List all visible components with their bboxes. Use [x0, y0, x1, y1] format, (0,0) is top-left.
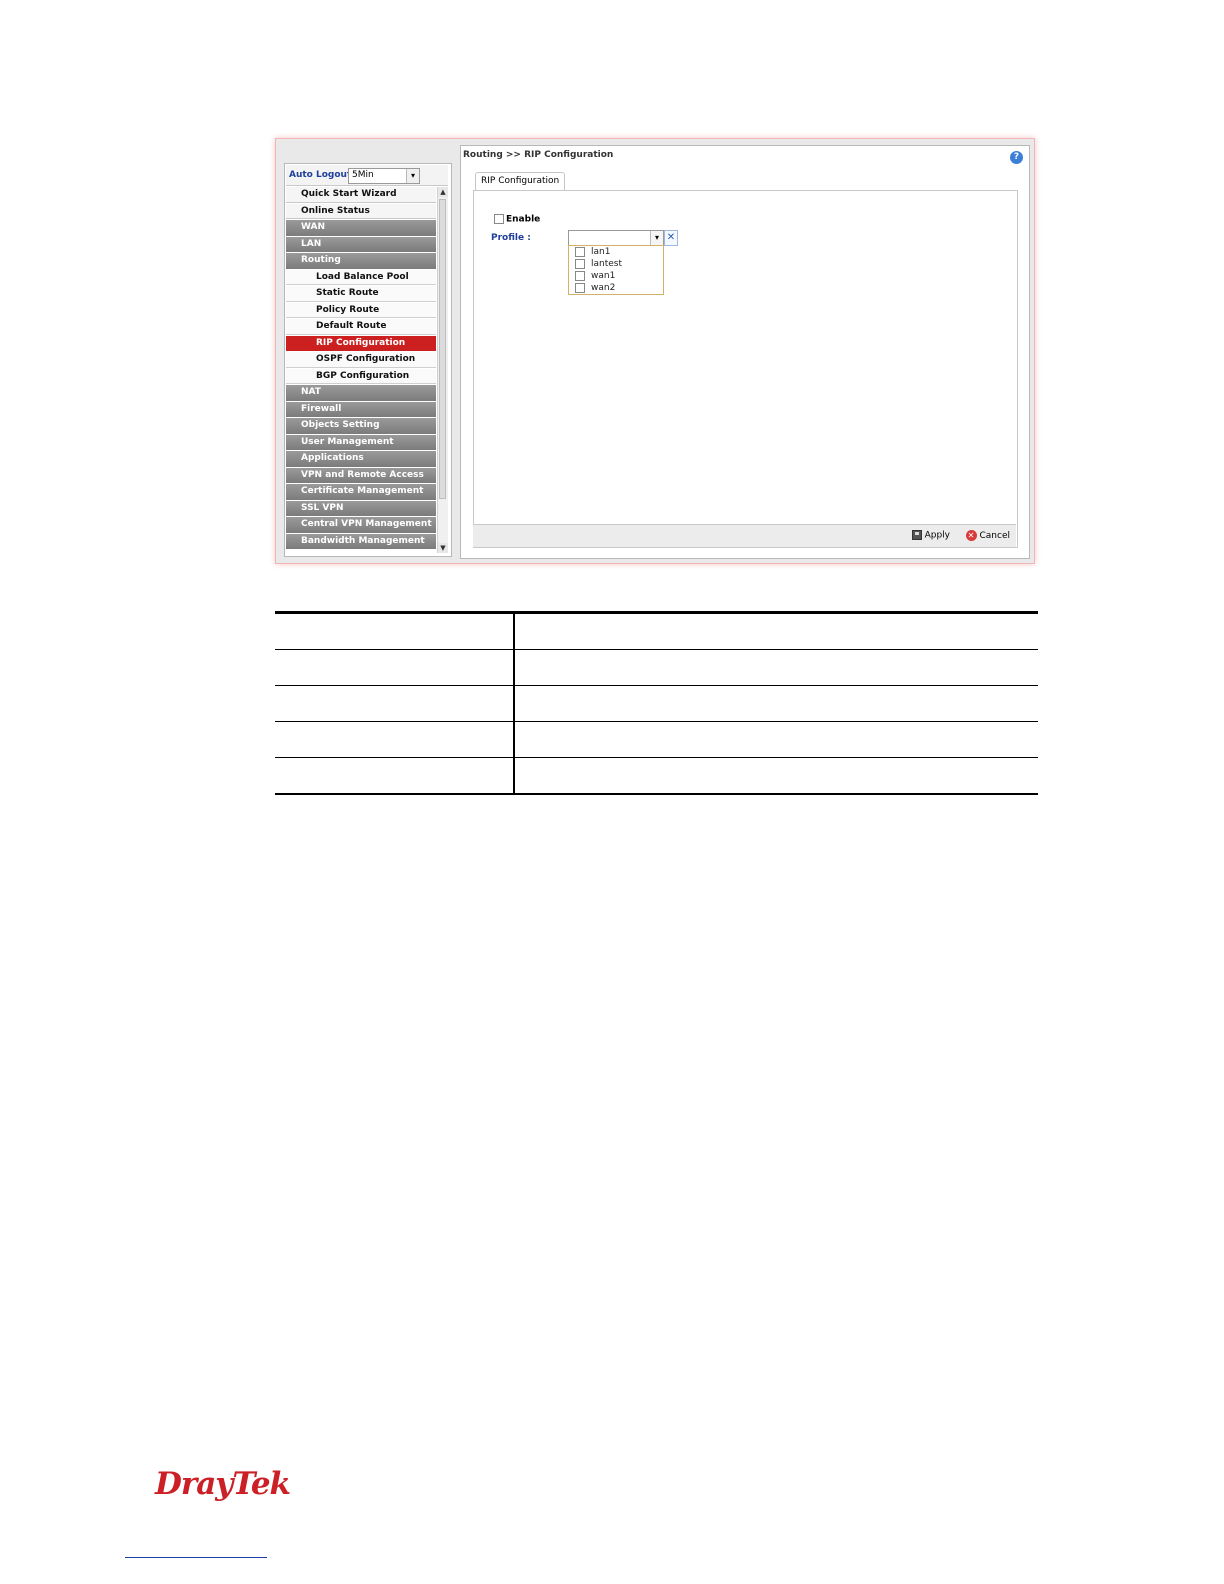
table-cell	[514, 721, 1038, 758]
table-cell	[275, 611, 515, 650]
left-navigation-panel: Auto Logout : 5Min ▾ Quick Start Wizard O…	[284, 163, 452, 557]
table-cell	[514, 649, 1038, 686]
sidebar-item-load-balance-pool[interactable]: Load Balance Pool	[286, 269, 436, 285]
sidebar-item-wan[interactable]: WAN	[286, 220, 436, 236]
profile-option[interactable]: wan1	[569, 270, 663, 282]
table-row	[275, 685, 1038, 722]
table-cell	[275, 649, 515, 686]
sidebar-item-policy-route[interactable]: Policy Route	[286, 302, 436, 318]
cancel-label: Cancel	[979, 531, 1011, 541]
enable-row: Enable	[494, 214, 540, 225]
chevron-down-icon: ▾	[406, 169, 419, 183]
router-admin-screenshot: Auto Logout : 5Min ▾ Quick Start Wizard O…	[275, 138, 1035, 564]
profile-dropdown-list: lan1 lantest wan1 wan2	[568, 245, 664, 295]
scroll-up-icon[interactable]: ▲	[438, 187, 448, 197]
profile-label: Profile :	[491, 233, 531, 243]
profile-option[interactable]: lantest	[569, 258, 663, 270]
profile-option[interactable]: wan2	[569, 282, 663, 294]
sidebar-item-certificate-management[interactable]: Certificate Management	[286, 484, 436, 500]
profile-option-checkbox[interactable]	[575, 282, 585, 293]
clear-icon[interactable]: ✕	[664, 230, 678, 246]
apply-label: Apply	[924, 530, 950, 541]
apply-button[interactable]: Apply	[911, 530, 950, 541]
scroll-thumb[interactable]	[439, 199, 446, 499]
tab-content: Enable Profile : ▾ ✕ lan1 lantest wan1 wan2	[473, 190, 1018, 548]
profile-option-checkbox[interactable]	[575, 270, 585, 281]
description-table	[275, 611, 1038, 795]
sidebar-item-ospf-configuration[interactable]: OSPF Configuration	[286, 352, 436, 368]
sidebar-item-nat[interactable]: NAT	[286, 385, 436, 401]
table-cell	[514, 685, 1038, 722]
save-icon	[911, 530, 922, 540]
sidebar-item-static-route[interactable]: Static Route	[286, 286, 436, 302]
action-bar: Apply ✕ Cancel	[473, 524, 1016, 547]
sidebar-item-quick-start-wizard[interactable]: Quick Start Wizard	[286, 187, 436, 203]
sidebar-item-ssl-vpn[interactable]: SSL VPN	[286, 500, 436, 516]
sidebar-item-objects-setting[interactable]: Objects Setting	[286, 418, 436, 434]
help-icon[interactable]: ?	[1010, 151, 1023, 164]
chevron-down-icon: ▾	[650, 231, 663, 245]
draytek-logo: DrayTek	[155, 1466, 291, 1502]
profile-select[interactable]: ▾	[568, 230, 664, 246]
sidebar-item-bandwidth-management[interactable]: Bandwidth Management	[286, 533, 436, 549]
sidebar-menu: Quick Start Wizard Online Status WAN LAN Rou…	[286, 187, 436, 550]
main-panel: Routing >> RIP Configuration ? RIP Confi…	[460, 145, 1030, 559]
profile-option-checkbox[interactable]	[575, 246, 585, 257]
profile-option[interactable]: lan1	[569, 246, 663, 258]
table-row	[275, 611, 1038, 650]
sidebar-item-firewall[interactable]: Firewall	[286, 401, 436, 417]
sidebar-item-routing[interactable]: Routing	[286, 253, 436, 269]
enable-checkbox[interactable]	[494, 214, 504, 224]
table-cell	[514, 611, 1038, 650]
auto-logout-select[interactable]: 5Min ▾	[348, 168, 420, 184]
auto-logout-value: 5Min	[352, 170, 374, 180]
profile-option-label: wan2	[591, 283, 616, 293]
tab-rip-configuration[interactable]: RIP Configuration	[475, 172, 566, 190]
profile-option-label: wan1	[591, 271, 616, 281]
table-row	[275, 721, 1038, 758]
breadcrumb: Routing >> RIP Configuration	[463, 150, 614, 160]
profile-option-label: lantest	[591, 259, 623, 269]
sidebar-item-vpn-and-remote-access[interactable]: VPN and Remote Access	[286, 467, 436, 483]
sidebar-item-online-status[interactable]: Online Status	[286, 203, 436, 219]
sidebar-item-user-management[interactable]: User Management	[286, 434, 436, 450]
sidebar-item-central-vpn-management[interactable]: Central VPN Management	[286, 517, 436, 533]
table-cell	[514, 757, 1038, 795]
table-row	[275, 757, 1038, 795]
table-cell	[275, 721, 515, 758]
sidebar-scrollbar[interactable]: ▲ ▼	[437, 187, 448, 553]
sidebar-item-lan[interactable]: LAN	[286, 236, 436, 252]
footer-link-underline	[125, 1557, 267, 1558]
table-cell	[275, 757, 515, 795]
sidebar-item-bgp-configuration[interactable]: BGP Configuration	[286, 368, 436, 384]
profile-option-checkbox[interactable]	[575, 258, 585, 269]
table-cell	[275, 685, 515, 722]
sidebar-item-applications[interactable]: Applications	[286, 451, 436, 467]
cancel-icon: ✕	[965, 530, 977, 541]
scroll-down-icon[interactable]: ▼	[438, 543, 448, 553]
table-row	[275, 649, 1038, 686]
sidebar-item-default-route[interactable]: Default Route	[286, 319, 436, 335]
sidebar-item-rip-configuration[interactable]: RIP Configuration	[286, 335, 436, 351]
enable-label: Enable	[506, 214, 541, 225]
cancel-button[interactable]: ✕ Cancel	[965, 530, 1011, 541]
auto-logout-row: Auto Logout : 5Min ▾	[286, 165, 448, 186]
profile-option-label: lan1	[591, 247, 611, 257]
